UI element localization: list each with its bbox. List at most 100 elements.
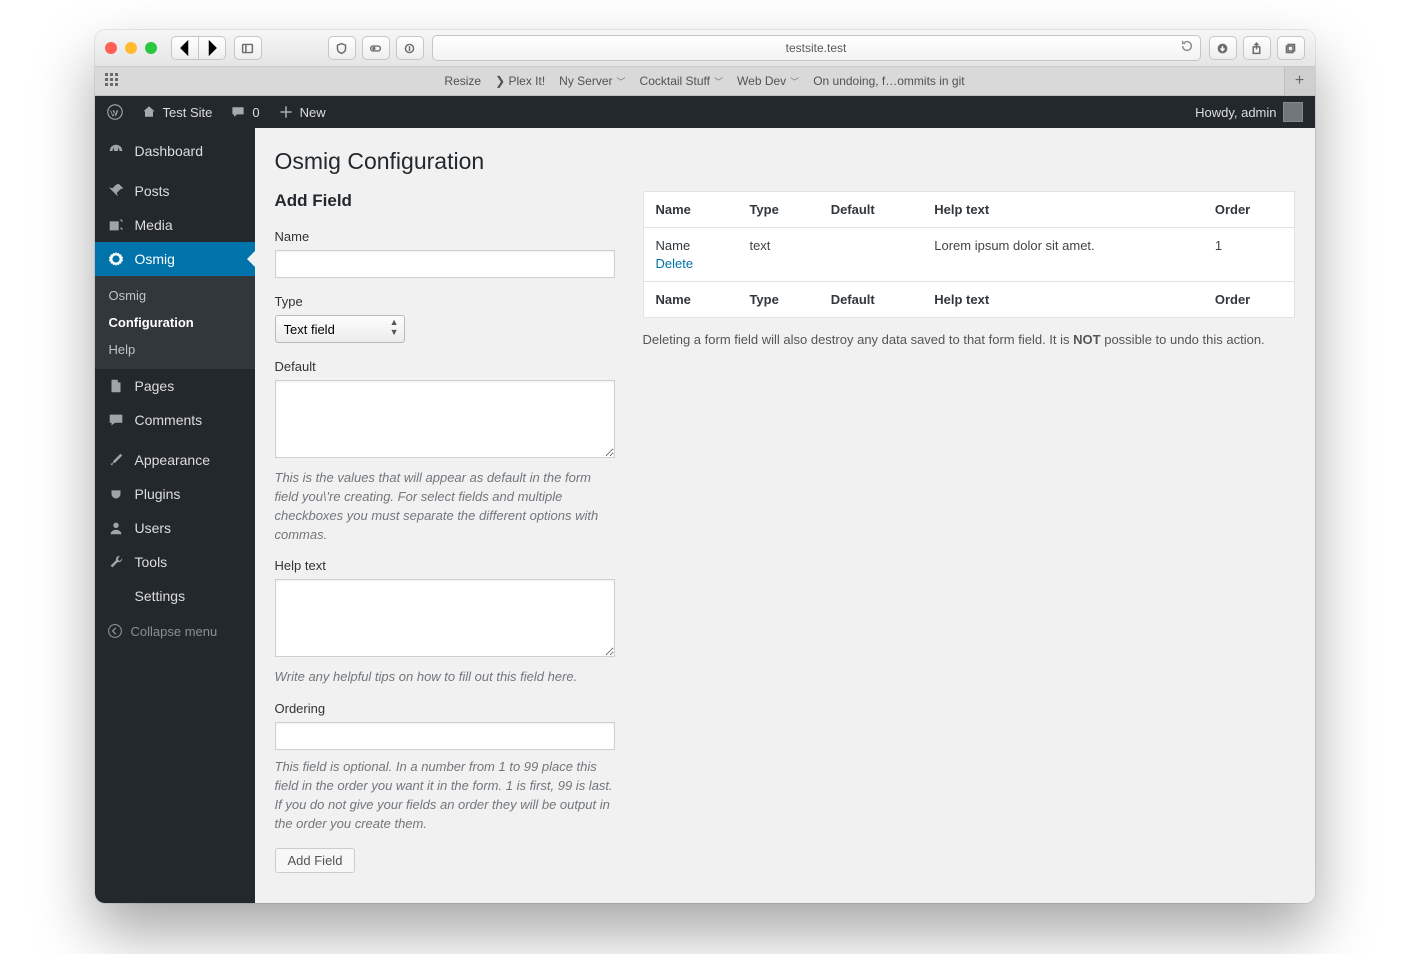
menu-osmig[interactable]: Osmig [95,242,255,276]
browser-window: testsite.test Resize ❯ Plex It! Ny Serve… [95,30,1315,903]
close-icon[interactable] [105,42,117,54]
account-link[interactable]: Howdy, admin [1195,102,1302,122]
submenu-osmig: Osmig Configuration Help [95,276,255,369]
tabs-button[interactable] [1277,36,1305,60]
favorite-item[interactable]: Ny Server﹀ [559,74,625,88]
media-icon [107,216,125,234]
share-button[interactable] [1243,36,1271,60]
menu-dashboard[interactable]: Dashboard [95,134,255,168]
delete-warning: Deleting a form field will also destroy … [643,332,1295,347]
new-content-link[interactable]: New [278,104,326,120]
comment-icon [230,104,246,120]
submenu-item-help[interactable]: Help [95,336,255,363]
plus-icon [278,104,294,120]
address-bar[interactable]: testsite.test [432,35,1201,61]
collapse-menu[interactable]: Collapse menu [95,613,255,649]
favorites-bar: Resize ❯ Plex It! Ny Server﹀ Cocktail St… [95,67,1315,96]
submenu-item-configuration[interactable]: Configuration [95,309,255,336]
row-default [819,228,923,282]
chevron-down-icon: ﹀ [790,75,799,88]
comment-icon [107,411,125,429]
menu-posts[interactable]: Posts [95,174,255,208]
name-input[interactable] [275,250,615,278]
ordering-input[interactable] [275,722,615,750]
col-default[interactable]: Default [819,192,923,228]
wp-logo[interactable] [107,104,123,120]
dark-toggle-button[interactable] [362,36,390,60]
col-help-f[interactable]: Help text [922,282,1203,318]
content-area: Osmig Configuration Add Field Name Type … [255,128,1315,903]
favorite-item[interactable]: Resize [444,74,481,88]
favorite-item[interactable]: Web Dev﹀ [737,74,799,88]
plug-icon [107,485,125,503]
page-title: Osmig Configuration [275,148,1295,175]
favorite-item[interactable]: Cocktail Stuff﹀ [640,74,724,88]
col-help[interactable]: Help text [922,192,1203,228]
home-icon [141,104,157,120]
label-type: Type [275,294,615,309]
favorite-item[interactable]: ❯ Plex It! [495,74,545,88]
col-order-f[interactable]: Order [1203,282,1294,318]
gear-icon [107,250,125,268]
default-textarea[interactable] [275,380,615,458]
pin-icon [107,182,125,200]
menu-tools[interactable]: Tools [95,545,255,579]
delete-link[interactable]: Delete [656,256,694,271]
row-help: Lorem ipsum dolor sit amet. [922,228,1203,282]
row-name: Name [656,238,726,253]
comments-link[interactable]: 0 [230,104,259,120]
label-ordering: Ordering [275,701,615,716]
fields-table-area: Name Type Default Help text Order [643,191,1295,347]
menu-settings[interactable]: Settings [95,579,255,613]
menu-appearance[interactable]: Appearance [95,443,255,477]
col-default-f[interactable]: Default [819,282,923,318]
pages-icon [107,377,125,395]
form-heading: Add Field [275,191,615,211]
type-select[interactable]: Text field [275,315,405,343]
add-field-button[interactable]: Add Field [275,848,356,873]
label-default: Default [275,359,615,374]
sliders-icon [107,587,125,605]
user-icon [107,519,125,537]
brush-icon [107,451,125,469]
menu-pages[interactable]: Pages [95,369,255,403]
window-controls [105,42,157,54]
avatar-icon [1283,102,1303,122]
new-tab-button[interactable]: + [1284,67,1315,95]
hint-help: Write any helpful tips on how to fill ou… [275,668,615,687]
hint-ordering: This field is optional. In a number from… [275,758,615,833]
chevron-down-icon: ﹀ [617,75,626,88]
label-name: Name [275,229,615,244]
menu-users[interactable]: Users [95,511,255,545]
site-name-link[interactable]: Test Site [141,104,213,120]
favorites-grid-icon[interactable] [105,73,121,89]
col-name[interactable]: Name [643,192,737,228]
extension-button[interactable] [396,36,424,60]
back-button[interactable] [172,37,198,59]
minimize-icon[interactable] [125,42,137,54]
col-type[interactable]: Type [737,192,818,228]
col-name-f[interactable]: Name [643,282,737,318]
col-order[interactable]: Order [1203,192,1294,228]
downloads-button[interactable] [1209,36,1237,60]
help-textarea[interactable] [275,579,615,657]
url-text: testsite.test [786,41,847,55]
menu-comments[interactable]: Comments [95,403,255,437]
row-type: text [737,228,818,282]
menu-media[interactable]: Media [95,208,255,242]
forward-button[interactable] [198,37,225,59]
menu-plugins[interactable]: Plugins [95,477,255,511]
label-help: Help text [275,558,615,573]
privacy-report-button[interactable] [328,36,356,60]
wrench-icon [107,553,125,571]
add-field-form: Add Field Name Type Text field ▲▼ Defaul… [275,191,615,873]
fields-table: Name Type Default Help text Order [643,191,1295,318]
reload-icon[interactable] [1180,39,1194,56]
favorite-item[interactable]: On undoing, f…ommits in git [813,74,964,88]
chevron-down-icon: ﹀ [714,75,723,88]
col-type-f[interactable]: Type [737,282,818,318]
zoom-icon[interactable] [145,42,157,54]
sidebar-toggle-button[interactable] [234,36,262,60]
submenu-item-osmig[interactable]: Osmig [95,282,255,309]
collapse-icon [107,623,123,639]
